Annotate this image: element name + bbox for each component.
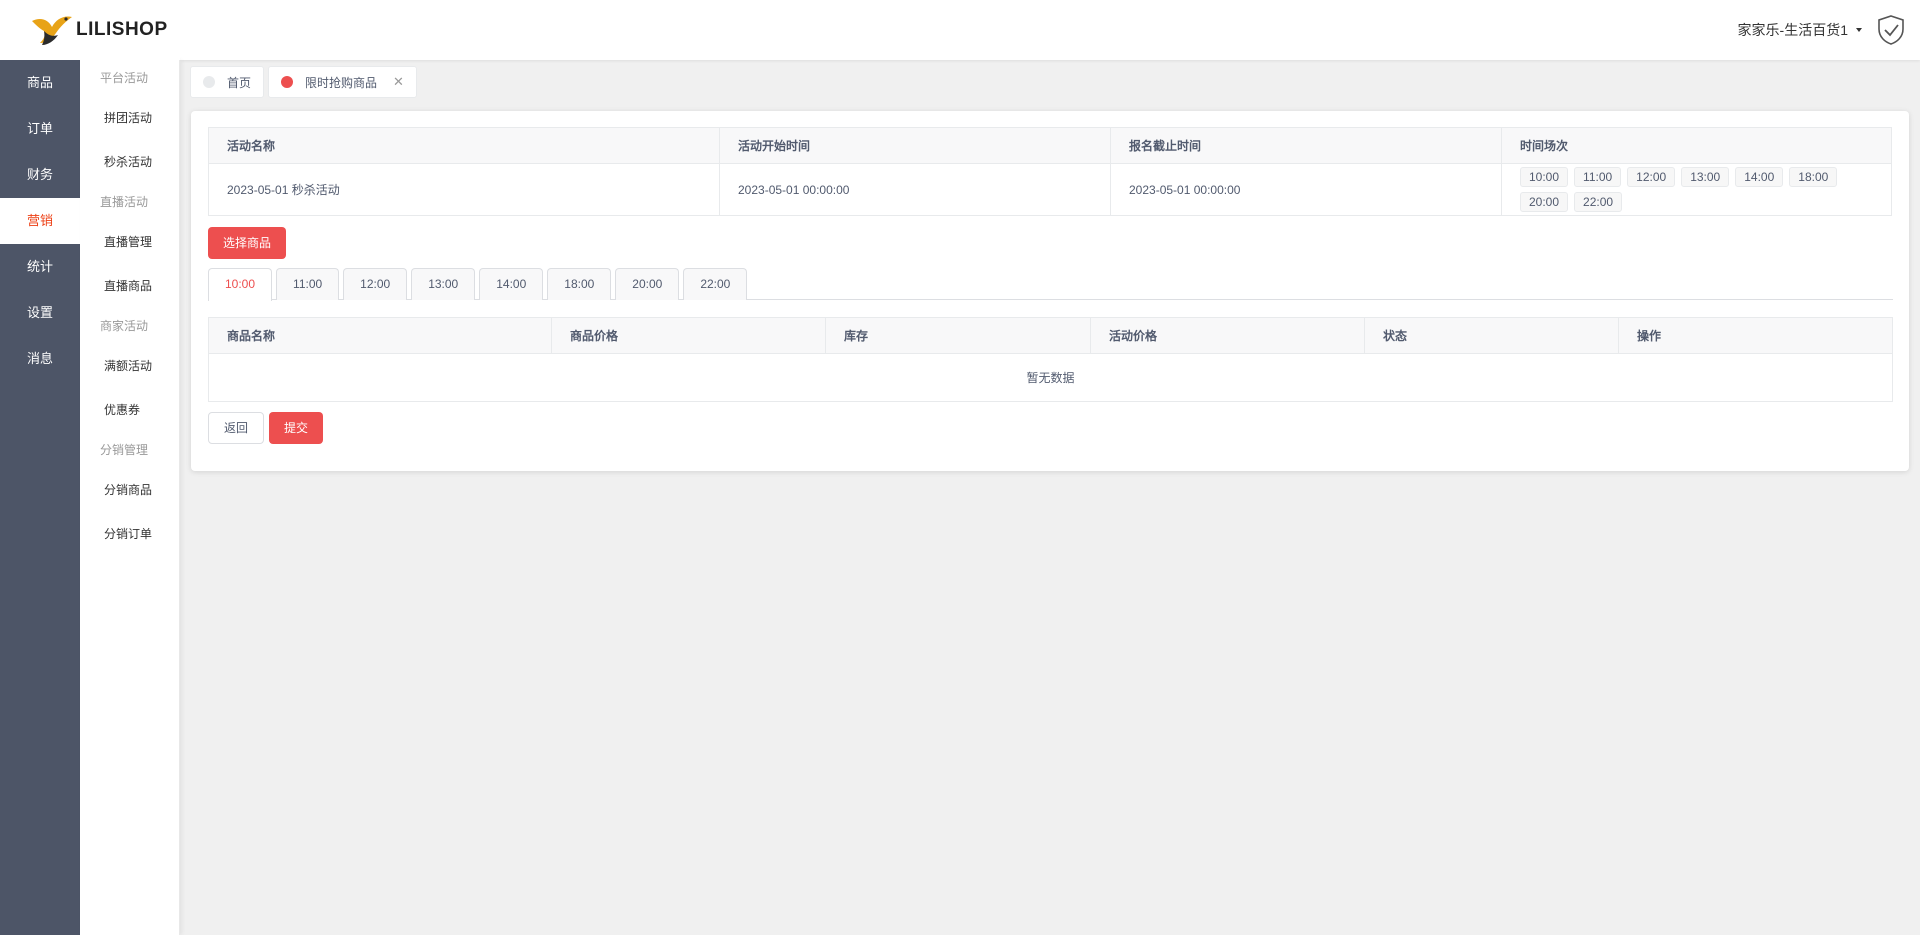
submenu-item-pintuan[interactable]: 拼团活动 (80, 96, 179, 140)
goods-table: 商品名称 商品价格 库存 活动价格 状态 操作 暂无数据 (208, 317, 1893, 402)
choose-goods-button[interactable]: 选择商品 (208, 227, 287, 259)
main-nav-rail: 商品 订单 财务 营销 统计 设置 消息 (0, 0, 80, 935)
empty-placeholder: 暂无数据 (208, 353, 1893, 402)
shop-selector[interactable]: 家家乐-生活百货1 (1738, 20, 1862, 40)
time-slot-badge: 18:00 (1789, 167, 1838, 187)
time-slot-badge: 22:00 (1574, 192, 1623, 212)
tag-current[interactable]: 限时抢购商品 ✕ (268, 66, 417, 98)
col-action: 操作 (1618, 317, 1893, 354)
activity-deadline: 2023-05-01 00:00:00 (1110, 163, 1502, 216)
tab-1400[interactable]: 14:00 (479, 268, 544, 300)
content-card: 活动名称 活动开始时间 报名截止时间 时间场次 2023-05-01 秒杀活动 … (191, 111, 1909, 471)
activity-name: 2023-05-01 秒杀活动 (208, 163, 720, 216)
logo[interactable]: LILISHOP (0, 0, 180, 60)
sub-menu: 平台活动 拼团活动 秒杀活动 直播活动 直播管理 直播商品 商家活动 满额活动 … (80, 60, 180, 935)
col-goods-price: 商品价格 (551, 317, 826, 354)
submenu-group-merchant: 商家活动 (100, 319, 149, 333)
activity-table: 活动名称 活动开始时间 报名截止时间 时间场次 2023-05-01 秒杀活动 … (208, 127, 1892, 216)
tab-1100[interactable]: 11:00 (276, 268, 340, 300)
table-row: 暂无数据 (208, 353, 1893, 402)
col-goods-name: 商品名称 (208, 317, 552, 354)
form-actions: 返回 提交 (208, 412, 324, 444)
submenu-group-platform: 平台活动 (100, 71, 149, 85)
col-status: 状态 (1364, 317, 1619, 354)
tag-dot-icon (281, 76, 294, 88)
table-header-row: 商品名称 商品价格 库存 活动价格 状态 操作 (208, 317, 1893, 354)
tag-current-label: 限时抢购商品 (305, 75, 378, 90)
submenu-group-distribution: 分销管理 (100, 443, 149, 457)
col-deadline: 报名截止时间 (1110, 127, 1502, 164)
col-activity-price: 活动价格 (1090, 317, 1365, 354)
nav-item-marketing[interactable]: 营销 (0, 198, 80, 244)
tab-1300[interactable]: 13:00 (411, 268, 476, 300)
col-activity-name: 活动名称 (208, 127, 720, 164)
nav-item-settings[interactable]: 设置 (0, 290, 80, 336)
tag-home-label: 首页 (227, 75, 252, 90)
time-slot-badge: 14:00 (1735, 167, 1784, 187)
caret-down-icon (1856, 28, 1862, 32)
top-header: 家家乐-生活百货1 (180, 0, 1920, 60)
submenu-item-dist-goods[interactable]: 分销商品 (80, 468, 179, 512)
submenu-item-miaosha[interactable]: 秒杀活动 (80, 140, 179, 184)
table-row: 2023-05-01 秒杀活动 2023-05-01 00:00:00 2023… (208, 163, 1892, 216)
tab-1200[interactable]: 12:00 (343, 268, 408, 300)
submenu-item-live-manage[interactable]: 直播管理 (80, 220, 179, 264)
tab-1800[interactable]: 18:00 (547, 268, 612, 300)
back-button[interactable]: 返回 (208, 412, 265, 444)
bird-logo-icon (32, 16, 72, 45)
tab-2200[interactable]: 22:00 (683, 268, 748, 300)
time-slot-badge: 13:00 (1681, 167, 1730, 187)
tag-dot-icon (203, 76, 215, 88)
col-time-slots: 时间场次 (1501, 127, 1892, 164)
submenu-item-coupon[interactable]: 优惠券 (80, 388, 179, 432)
main-nav-list: 商品 订单 财务 营销 统计 设置 消息 (0, 60, 80, 382)
submenu-group-live: 直播活动 (100, 195, 149, 209)
activity-slots: 10:00 11:00 12:00 13:00 14:00 18:00 20:0… (1501, 163, 1892, 216)
submenu-item-dist-orders[interactable]: 分销订单 (80, 512, 179, 556)
nav-item-messages[interactable]: 消息 (0, 336, 80, 382)
page-tags-bar: 首页 限时抢购商品 ✕ (180, 62, 1920, 102)
tab-2000[interactable]: 20:00 (615, 268, 680, 300)
tag-home[interactable]: 首页 (190, 66, 265, 98)
col-stock: 库存 (825, 317, 1091, 354)
submenu-item-full-discount[interactable]: 满额活动 (80, 344, 179, 388)
activity-start: 2023-05-01 00:00:00 (719, 163, 1111, 216)
table-header-row: 活动名称 活动开始时间 报名截止时间 时间场次 (208, 127, 1892, 164)
brand-name: LILISHOP (76, 19, 168, 40)
time-slot-badge: 20:00 (1520, 192, 1569, 212)
submenu-item-live-goods[interactable]: 直播商品 (80, 264, 179, 308)
nav-item-goods[interactable]: 商品 (0, 60, 80, 106)
nav-item-orders[interactable]: 订单 (0, 106, 80, 152)
time-slot-badge: 11:00 (1574, 167, 1622, 187)
nav-item-statistics[interactable]: 统计 (0, 244, 80, 290)
close-icon[interactable]: ✕ (393, 74, 404, 90)
time-tabs: 10:00 11:00 12:00 13:00 14:00 18:00 20:0… (208, 268, 1893, 301)
time-slot-badge: 10:00 (1520, 167, 1569, 187)
submit-button[interactable]: 提交 (269, 412, 324, 444)
tab-1000[interactable]: 10:00 (208, 268, 273, 301)
time-slot-badge: 12:00 (1627, 167, 1676, 187)
shield-check-icon[interactable] (1876, 14, 1906, 46)
shop-name: 家家乐-生活百货1 (1737, 22, 1848, 38)
nav-item-finance[interactable]: 财务 (0, 152, 80, 198)
col-start-time: 活动开始时间 (719, 127, 1111, 164)
